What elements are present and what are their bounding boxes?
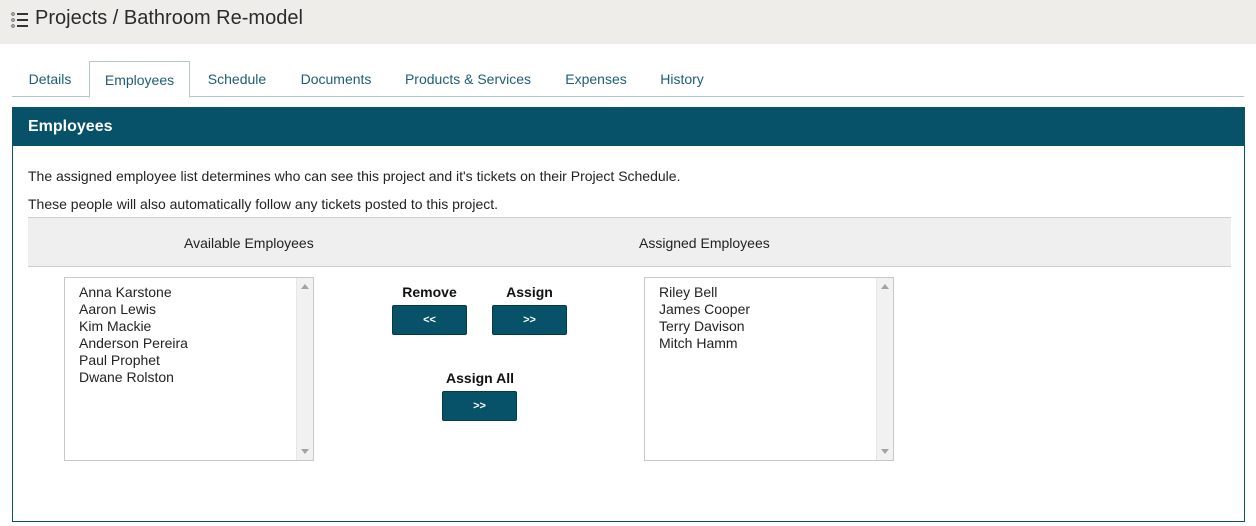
assign-all-button[interactable]: >> xyxy=(442,391,517,421)
tab-employees[interactable]: Employees xyxy=(89,61,190,98)
list-item[interactable]: Kim Mackie xyxy=(79,318,313,335)
assigned-employees-heading: Assigned Employees xyxy=(639,235,770,251)
page-title: Projects / Bathroom Re-model xyxy=(35,7,303,29)
list-item[interactable]: Anderson Pereira xyxy=(79,335,313,352)
remove-button[interactable]: << xyxy=(392,305,467,335)
assign-label: Assign xyxy=(506,284,553,300)
list-item[interactable]: James Cooper xyxy=(659,301,893,318)
tab-products-services[interactable]: Products & Services xyxy=(392,61,544,97)
tab-documents[interactable]: Documents xyxy=(288,61,384,97)
list-menu-icon[interactable] xyxy=(11,11,29,29)
column-header-band: Available Employees Assigned Employees xyxy=(28,217,1231,267)
list-item[interactable]: Mitch Hamm xyxy=(659,335,893,352)
scroll-down-arrow-icon[interactable] xyxy=(881,449,889,454)
tab-history[interactable]: History xyxy=(648,61,716,97)
list-item[interactable]: Riley Bell xyxy=(659,284,893,301)
scroll-down-arrow-icon[interactable] xyxy=(301,449,309,454)
scroll-up-arrow-icon[interactable] xyxy=(881,284,889,289)
available-employees-heading: Available Employees xyxy=(184,235,314,251)
tab-details[interactable]: Details xyxy=(12,61,88,97)
assign-button[interactable]: >> xyxy=(492,305,567,335)
description-line-2: These people will also automatically fol… xyxy=(28,196,499,212)
list-item[interactable]: Aaron Lewis xyxy=(79,301,313,318)
description-line-1: The assigned employee list determines wh… xyxy=(28,168,681,184)
list-item[interactable]: Paul Prophet xyxy=(79,352,313,369)
tab-schedule[interactable]: Schedule xyxy=(192,61,282,97)
list-item[interactable]: Terry Davison xyxy=(659,318,893,335)
top-bar: Projects / Bathroom Re-model xyxy=(0,0,1256,44)
assigned-list-scrollbar[interactable] xyxy=(876,278,893,460)
tab-expenses[interactable]: Expenses xyxy=(552,61,640,97)
available-employees-list[interactable]: Anna Karstone Aaron Lewis Kim Mackie Anders… xyxy=(64,277,314,461)
tab-bar: Details Employees Schedule Documents Pro… xyxy=(12,61,1244,98)
assigned-employees-list[interactable]: Riley Bell James Cooper Terry Davison Mitch… xyxy=(644,277,894,461)
list-item[interactable]: Anna Karstone xyxy=(79,284,313,301)
remove-label: Remove xyxy=(402,284,457,300)
list-item[interactable]: Dwane Rolston xyxy=(79,369,313,386)
assign-all-label: Assign All xyxy=(446,370,514,386)
available-list-scrollbar[interactable] xyxy=(296,278,313,460)
employees-panel: Employees The assigned employee list det… xyxy=(12,107,1245,522)
panel-title: Employees xyxy=(13,108,1244,146)
scroll-up-arrow-icon[interactable] xyxy=(301,284,309,289)
